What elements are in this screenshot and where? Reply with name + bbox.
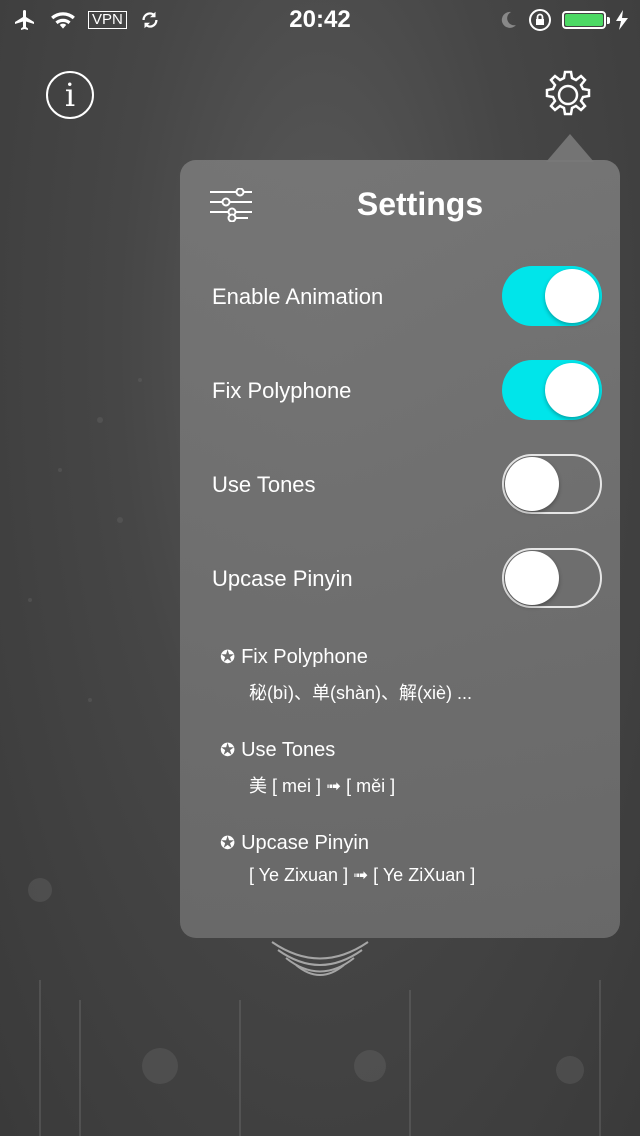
- info-button[interactable]: i: [46, 71, 94, 119]
- note-title: ✪ Fix Polyphone: [220, 646, 600, 669]
- toggle-knob: [505, 551, 559, 605]
- note-use-tones: ✪ Use Tones 美 [ mei ] ➟ [ měi ]: [220, 739, 600, 798]
- setting-row-fix-polyphone: Fix Polyphone: [212, 358, 602, 422]
- setting-row-enable-animation: Enable Animation: [212, 264, 602, 328]
- toggle-knob: [545, 269, 599, 323]
- setting-row-use-tones: Use Tones: [212, 452, 602, 516]
- fix-polyphone-toggle[interactable]: [502, 360, 602, 420]
- gear-icon: [545, 70, 591, 116]
- note-title: ✪ Upcase Pinyin: [220, 832, 600, 855]
- settings-title: Settings: [180, 186, 620, 223]
- popover-arrow: [546, 134, 594, 162]
- settings-title-text: Settings: [356, 186, 484, 222]
- note-title-text: Use Tones: [241, 739, 336, 761]
- setting-row-upcase-pinyin: Upcase Pinyin: [212, 546, 602, 610]
- upcase-pinyin-toggle[interactable]: [502, 548, 602, 608]
- star-icon: ✪: [220, 647, 236, 667]
- battery-fill: [565, 14, 603, 26]
- setting-label: Fix Polyphone: [212, 378, 352, 403]
- battery-icon: [562, 11, 610, 29]
- note-title-text: Fix Polyphone: [241, 646, 368, 668]
- charging-bolt-icon: [616, 10, 628, 30]
- setting-label: Enable Animation: [212, 284, 384, 309]
- settings-gear-button[interactable]: [541, 68, 595, 122]
- note-example: 美 [ mei ] ➟ [ měi ]: [249, 776, 396, 796]
- moon-icon: [501, 11, 516, 28]
- toggle-knob: [545, 363, 599, 417]
- note-example: 秘(bì)、单(shàn)、解(xiè) ...: [249, 683, 473, 703]
- status-right: [498, 8, 628, 32]
- settings-popover: Settings Enable Animation Fix Polyphone …: [180, 160, 620, 938]
- setting-label: Use Tones: [212, 472, 316, 497]
- note-title-text: Upcase Pinyin: [241, 832, 369, 854]
- orientation-lock-icon: [529, 9, 551, 31]
- setting-label: Upcase Pinyin: [212, 566, 353, 591]
- fingerprint-icon: [271, 941, 369, 976]
- star-icon: ✪: [220, 740, 236, 760]
- info-icon: i: [64, 76, 76, 114]
- battery-tip: [607, 17, 610, 24]
- note-example: [ Ye Zixuan ] ➟ [ Ye ZiXuan ]: [249, 865, 476, 885]
- note-fix-polyphone: ✪ Fix Polyphone 秘(bì)、单(shàn)、解(xiè) ...: [220, 646, 600, 705]
- toggle-knob: [505, 457, 559, 511]
- note-title: ✪ Use Tones: [220, 739, 600, 762]
- note-upcase-pinyin: ✪ Upcase Pinyin [ Ye Zixuan ] ➟ [ Ye ZiXu…: [220, 832, 600, 886]
- star-icon: ✪: [220, 833, 236, 853]
- enable-animation-toggle[interactable]: [502, 266, 602, 326]
- status-bar: VPN 20:42: [0, 0, 640, 40]
- use-tones-toggle[interactable]: [502, 454, 602, 514]
